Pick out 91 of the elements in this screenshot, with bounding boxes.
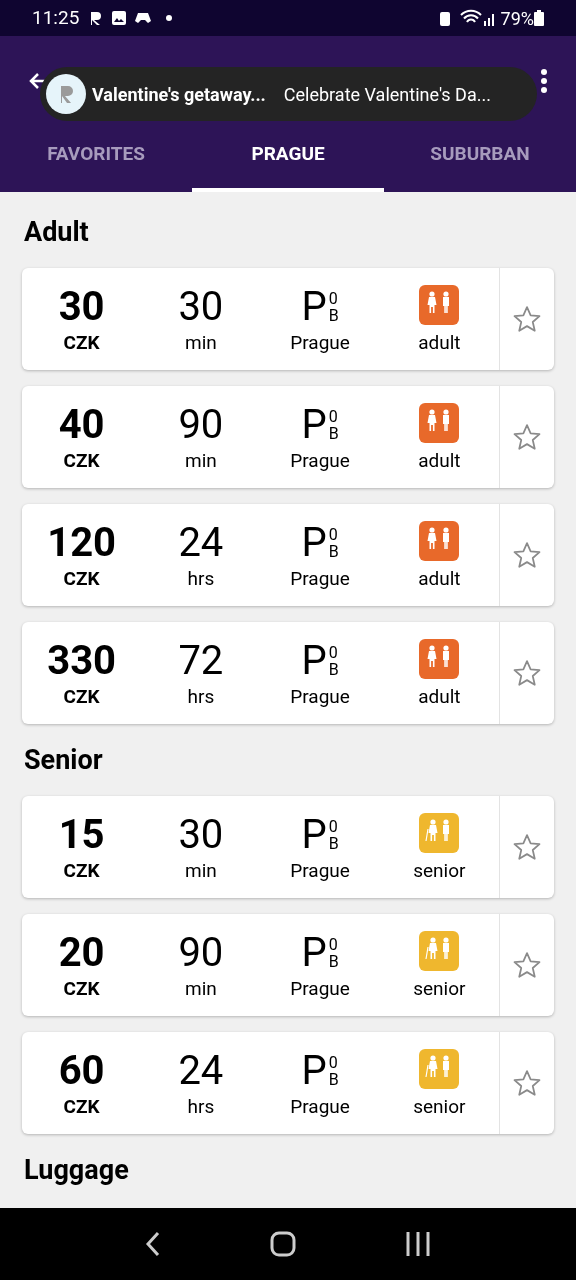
notification-text: Celebrate Valentine's Da...	[283, 82, 491, 107]
duration-unit: hrs	[187, 685, 215, 709]
duration-unit: hrs	[187, 1095, 215, 1119]
star-icon[interactable]	[512, 304, 542, 334]
duration: 90	[178, 401, 224, 449]
zone-superscript: 0	[328, 818, 339, 835]
duration-unit: min	[185, 449, 217, 473]
zone-superscript: 0	[328, 290, 339, 307]
image-icon	[111, 10, 128, 26]
battery-percent: 79%	[500, 6, 534, 31]
star-icon[interactable]	[512, 658, 542, 688]
battery-icon	[534, 10, 544, 26]
currency: CZK	[63, 567, 100, 591]
currency: CZK	[63, 977, 100, 1001]
duration-unit: min	[185, 859, 217, 883]
tab[interactable]: SUBURBAN	[384, 120, 576, 192]
zone-letter: P	[301, 637, 327, 685]
price: 120	[47, 519, 117, 567]
section-heading: Senior	[24, 744, 104, 776]
notification-popup[interactable]: Valentine's getaway... Celebrate Valentine's Da...	[40, 67, 537, 121]
zone-name: Prague	[290, 685, 350, 709]
star-icon[interactable]	[512, 832, 542, 862]
price: 20	[58, 929, 105, 977]
zone-subscript: B	[328, 953, 339, 970]
recents-icon[interactable]	[405, 1231, 432, 1257]
section-heading: Luggage	[24, 1154, 130, 1186]
zone-superscript: 0	[328, 936, 339, 953]
app-icon	[89, 10, 104, 26]
zone-letter: P	[301, 401, 327, 449]
clock: 11:25	[32, 4, 80, 31]
zone-subscript: B	[328, 661, 339, 678]
fare-type: adult	[418, 685, 461, 709]
currency: CZK	[63, 1095, 100, 1119]
section-heading: Adult	[24, 216, 90, 248]
star-icon[interactable]	[512, 540, 542, 570]
dot-icon	[165, 14, 174, 22]
zone-letter: P	[301, 929, 327, 977]
fare-type: senior	[413, 859, 466, 883]
zone-name: Prague	[290, 859, 350, 883]
zone-superscript: 0	[328, 1054, 339, 1071]
duration: 72	[178, 637, 224, 685]
zone-letter: P	[301, 519, 327, 567]
duration-unit: min	[185, 331, 217, 355]
zone-superscript: 0	[328, 526, 339, 543]
duration: 30	[178, 811, 224, 859]
gamepad-icon	[135, 11, 154, 25]
star-icon[interactable]	[512, 1068, 542, 1098]
zone-superscript: 0	[328, 644, 339, 661]
zone-subscript: B	[328, 307, 339, 324]
star-icon[interactable]	[512, 950, 542, 980]
more-icon[interactable]	[540, 68, 548, 94]
fare-type: adult	[418, 331, 461, 355]
tab[interactable]: PRAGUE	[192, 120, 384, 192]
zone-letter: P	[301, 811, 327, 859]
star-icon[interactable]	[512, 422, 542, 452]
currency: CZK	[63, 859, 100, 883]
duration: 24	[178, 1047, 224, 1095]
zone-name: Prague	[290, 1095, 350, 1119]
currency: CZK	[63, 449, 100, 473]
zone-name: Prague	[290, 449, 350, 473]
zone-subscript: B	[328, 835, 339, 852]
back-icon[interactable]	[144, 1231, 161, 1257]
home-icon[interactable]	[270, 1231, 296, 1257]
tab[interactable]: FAVORITES	[0, 120, 192, 192]
zone-letter: P	[301, 1047, 327, 1095]
zone-subscript: B	[328, 1071, 339, 1088]
notification-title: Valentine's getaway...	[92, 82, 266, 107]
zone-subscript: B	[328, 425, 339, 442]
fare-type: adult	[418, 567, 461, 591]
price: 15	[58, 811, 105, 859]
zone-letter: P	[301, 283, 327, 331]
price: 330	[47, 637, 117, 685]
price: 60	[58, 1047, 105, 1095]
duration: 90	[178, 929, 224, 977]
zone-name: Prague	[290, 977, 350, 1001]
app-logo-icon	[46, 74, 86, 114]
duration: 30	[178, 283, 224, 331]
fare-type: adult	[418, 449, 461, 473]
zone-superscript: 0	[328, 408, 339, 425]
currency: CZK	[63, 685, 100, 709]
fare-type: senior	[413, 1095, 466, 1119]
zone-subscript: B	[328, 543, 339, 560]
zone-name: Prague	[290, 567, 350, 591]
duration-unit: min	[185, 977, 217, 1001]
currency: CZK	[63, 331, 100, 355]
duration-unit: hrs	[187, 567, 215, 591]
zone-name: Prague	[290, 331, 350, 355]
fare-type: senior	[413, 977, 466, 1001]
duration: 24	[178, 519, 224, 567]
price: 40	[58, 401, 105, 449]
price: 30	[58, 283, 105, 331]
